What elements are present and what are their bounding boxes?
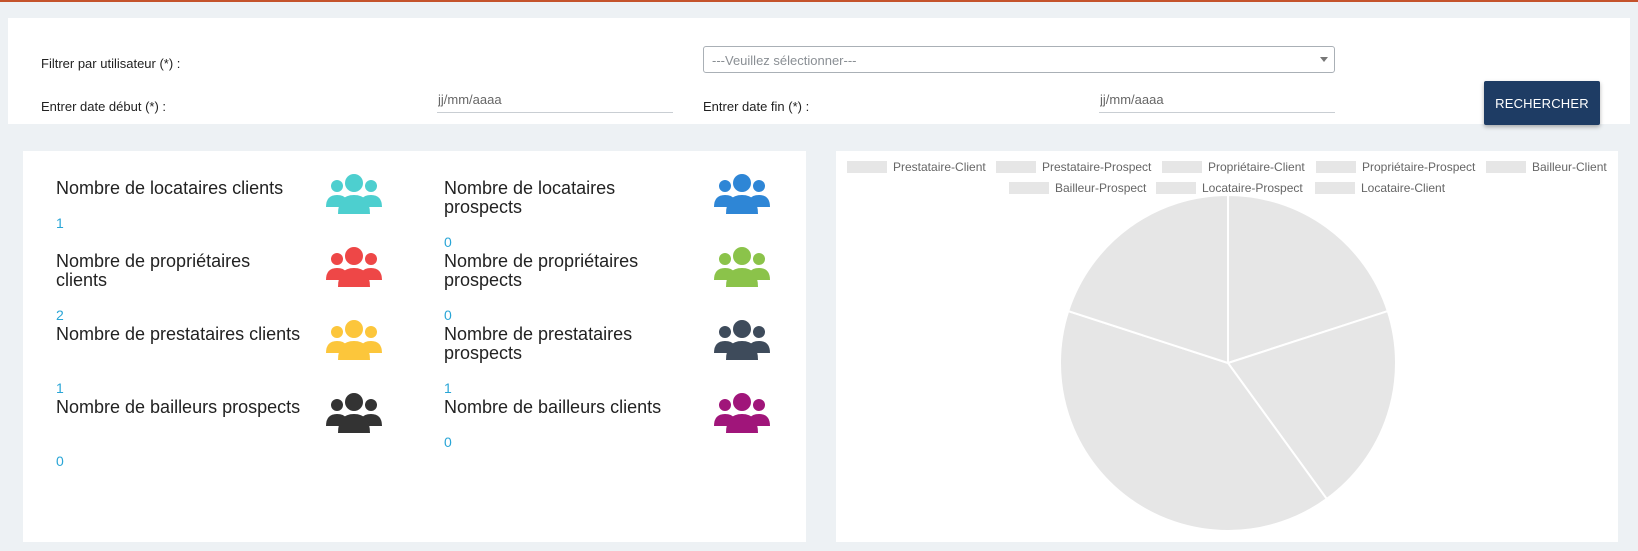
stat-title: Nombre de propriétaires clients: [56, 251, 251, 290]
stat-value: 2: [56, 307, 64, 323]
stat-title: Nombre de locataires clients: [56, 178, 284, 198]
search-button[interactable]: RECHERCHER: [1484, 81, 1600, 125]
end-date-input[interactable]: [1099, 87, 1335, 113]
stat-value: 0: [444, 234, 452, 250]
stat-title: Nombre de propriétaires prospects: [444, 251, 639, 290]
stat-value: 0: [444, 434, 452, 450]
top-accent-line: [0, 0, 1638, 2]
pie-chart-panel: Prestataire-Client Prestataire-Prospect …: [836, 151, 1618, 542]
stat-value: 0: [444, 307, 452, 323]
users-icon: [714, 393, 770, 433]
stat-value: 1: [56, 380, 64, 396]
stat-title: Nombre de prestataires prospects: [444, 324, 633, 363]
start-date-input[interactable]: [437, 87, 673, 113]
users-icon: [714, 320, 770, 360]
users-icon: [714, 174, 770, 214]
stat-title: Nombre de locataires prospects: [444, 178, 616, 217]
stat-title: Nombre de bailleurs prospects: [56, 397, 301, 417]
stat-title: Nombre de prestataires clients: [56, 324, 301, 344]
user-filter-label: Filtrer par utilisateur (*) :: [41, 56, 181, 71]
start-date-label: Entrer date début (*) :: [41, 99, 167, 114]
user-select[interactable]: ---Veuillez sélectionner---: [703, 46, 1335, 73]
stat-value: 0: [56, 453, 64, 469]
end-date-label: Entrer date fin (*) :: [703, 99, 810, 114]
users-icon: [326, 320, 382, 360]
users-icon: [714, 247, 770, 287]
chevron-down-icon: [1320, 57, 1328, 62]
stat-title: Nombre de bailleurs clients: [444, 397, 662, 417]
user-select-value: ---Veuillez sélectionner---: [712, 53, 857, 68]
pie-chart: [1059, 193, 1397, 532]
stats-panel: Nombre de locataires clients 1 Nombre de…: [23, 151, 806, 542]
users-icon: [326, 247, 382, 287]
users-icon: [326, 174, 382, 214]
stat-value: 1: [444, 380, 452, 396]
users-icon: [326, 393, 382, 433]
stat-value: 1: [56, 215, 64, 231]
